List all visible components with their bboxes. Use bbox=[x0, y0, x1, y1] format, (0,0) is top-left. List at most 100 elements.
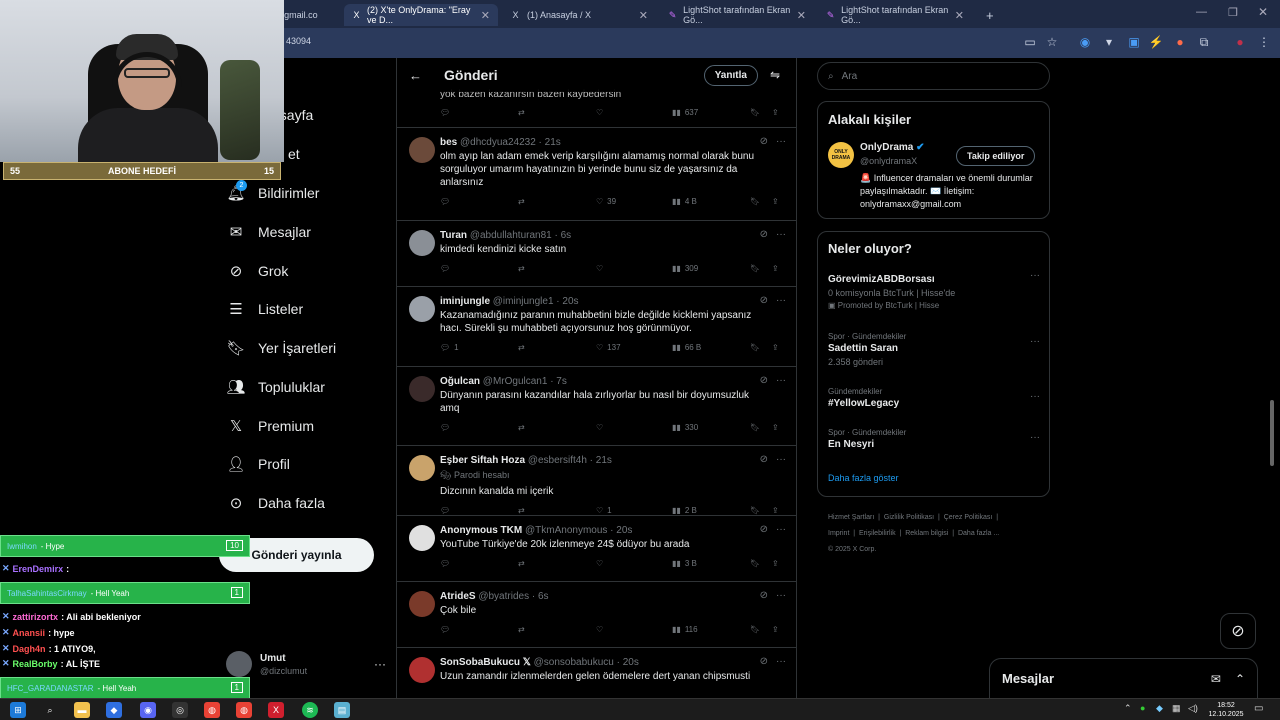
author-name[interactable]: SonSobaBukucu 𝕏 bbox=[440, 657, 531, 668]
bookmark-icon[interactable]: 🔖︎ bbox=[750, 264, 760, 273]
grok-icon[interactable]: ⊘ bbox=[760, 229, 768, 240]
like-icon[interactable]: ♡ 39 bbox=[596, 197, 616, 206]
more-dots-icon[interactable]: ··· bbox=[374, 657, 386, 671]
notepad-icon[interactable]: ▤ bbox=[334, 702, 350, 718]
like-icon[interactable]: ♡ bbox=[596, 423, 607, 432]
author-handle[interactable]: @sonsobabukucu · 20s bbox=[534, 657, 639, 668]
more-dots-icon[interactable]: ··· bbox=[776, 656, 786, 667]
maximize-icon[interactable]: ❐ bbox=[1228, 6, 1238, 19]
show-more-link[interactable]: Daha fazla göster bbox=[828, 473, 899, 483]
share-icon[interactable]: ⇪ bbox=[772, 108, 779, 117]
new-tab-button[interactable]: + bbox=[978, 4, 998, 26]
chrome-icon[interactable]: ◍ bbox=[236, 702, 252, 718]
discord-icon[interactable]: ◉ bbox=[140, 702, 156, 718]
footer-link[interactable]: Daha fazla ... bbox=[958, 530, 999, 537]
nav-bookmarks[interactable]: 🔖︎ Yer İşaretleri bbox=[226, 340, 336, 357]
extension-icon[interactable]: ⚡ bbox=[1148, 34, 1164, 50]
repost-icon[interactable]: ⇄ bbox=[518, 197, 525, 206]
tweet[interactable]: Eşber Siftah Hoza @esbersift4h · 21s ⊘ ··… bbox=[397, 446, 796, 516]
nav-premium[interactable]: 𝕏 Premium bbox=[228, 418, 314, 435]
like-icon[interactable]: ♡ bbox=[596, 559, 607, 568]
expand-icon[interactable]: ⌃ bbox=[1235, 672, 1245, 686]
close-window-icon[interactable]: ✕ bbox=[1258, 5, 1268, 19]
extension-icon[interactable]: ▾ bbox=[1101, 34, 1117, 50]
views-icon[interactable]: ▮▮ 3 B bbox=[672, 559, 697, 568]
views-icon[interactable]: ▮▮ 330 bbox=[672, 423, 698, 432]
tab-lightshot-1[interactable]: ✎ LightShot tarafından Ekran Gö... ✕ bbox=[660, 4, 814, 26]
avatar[interactable] bbox=[409, 296, 435, 322]
bookmark-icon[interactable]: 🔖︎ bbox=[750, 625, 760, 634]
tweet[interactable]: Turan @abdullahturan81 · 6s ⊘ ··· kimdedi… bbox=[397, 221, 796, 287]
reply-button[interactable]: Yanıtla bbox=[703, 64, 758, 86]
like-icon[interactable]: ♡ bbox=[596, 264, 607, 273]
share-icon[interactable]: ⇪ bbox=[772, 197, 779, 206]
tab-home[interactable]: X (1) Anasayfa / X ✕ bbox=[502, 4, 656, 26]
nav-lists[interactable]: ☰ Listeler bbox=[228, 301, 303, 318]
nav-grok[interactable]: ⊘ Grok bbox=[228, 263, 289, 280]
footer-link[interactable]: Gizlilik Politikası bbox=[884, 514, 934, 521]
views-icon[interactable]: ▮▮ 66 B bbox=[672, 343, 701, 352]
footer-link[interactable]: Imprint bbox=[828, 530, 849, 537]
tweet[interactable]: Anonymous TKM @TkmAnonymous · 20s ⊘ ··· Y… bbox=[397, 516, 796, 582]
x-app-icon[interactable]: X bbox=[268, 702, 284, 718]
more-dots-icon[interactable]: ··· bbox=[776, 375, 786, 386]
nav-more[interactable]: ⊙ Daha fazla bbox=[228, 495, 325, 512]
avatar[interactable] bbox=[409, 455, 435, 481]
grok-icon[interactable]: ⊘ bbox=[760, 375, 768, 386]
cast-icon[interactable]: ▭ bbox=[1022, 34, 1038, 50]
more-dots-icon[interactable]: ··· bbox=[1030, 432, 1040, 443]
windows-start-icon[interactable]: ⊞ bbox=[10, 702, 26, 718]
trend-item[interactable]: GörevimizABDBorsası 0 komisyonla BtcTurk … bbox=[828, 270, 1040, 310]
chat-username[interactable]: ErenDemirx bbox=[13, 564, 64, 574]
grok-icon[interactable]: ⊘ bbox=[760, 136, 768, 147]
more-dots-icon[interactable]: ··· bbox=[1030, 391, 1040, 402]
tweet[interactable]: bes @dhcdyua24232 · 21s ⊘ ··· olm ayıp la… bbox=[397, 128, 796, 221]
nav-messages[interactable]: ✉ Mesajlar bbox=[228, 224, 311, 241]
following-button[interactable]: Takip ediliyor bbox=[956, 146, 1036, 166]
repost-icon[interactable]: ⇄ bbox=[518, 625, 525, 634]
tab-lightshot-2[interactable]: ✎ LightShot tarafından Ekran Gö... ✕ bbox=[818, 4, 972, 26]
reply-icon[interactable]: 💬︎ bbox=[440, 559, 454, 568]
app-icon[interactable]: ◆ bbox=[106, 702, 122, 718]
reply-icon[interactable]: 💬︎ bbox=[440, 264, 454, 273]
share-icon[interactable]: ⇪ bbox=[772, 559, 779, 568]
bookmark-star-icon[interactable]: ☆ bbox=[1044, 34, 1060, 50]
repost-icon[interactable]: ⇄ bbox=[518, 264, 525, 273]
chat-username[interactable]: Iwmihon bbox=[7, 542, 37, 551]
author-handle[interactable]: @iminjungle1 · 20s bbox=[493, 296, 579, 307]
author-name[interactable]: AtrideS bbox=[440, 591, 476, 602]
chat-username[interactable]: RealBorby bbox=[13, 659, 58, 669]
avatar[interactable] bbox=[409, 591, 435, 617]
extension-icon[interactable]: ◉ bbox=[1077, 34, 1093, 50]
tweet[interactable]: AtrideS @byatrides · 6s ⊘ ··· Çok bile 💬︎… bbox=[397, 582, 796, 648]
reply-icon[interactable]: 💬︎ bbox=[440, 625, 454, 634]
spotify-icon[interactable]: ≋ bbox=[302, 702, 318, 718]
reply-icon[interactable]: 💬︎ bbox=[440, 108, 450, 117]
more-dots-icon[interactable]: ··· bbox=[1030, 336, 1040, 347]
share-icon[interactable]: ⇪ bbox=[772, 343, 779, 352]
reply-icon[interactable]: 💬︎ 1 bbox=[440, 343, 459, 352]
author-name[interactable]: iminjungle bbox=[440, 296, 490, 307]
tweet[interactable]: Oğulcan @MrOgulcan1 · 7s ⊘ ··· Dünyanın p… bbox=[397, 367, 796, 446]
views-icon[interactable]: ▮▮ 116 bbox=[672, 625, 698, 634]
volume-icon[interactable]: ◁) bbox=[1188, 703, 1198, 714]
grok-icon[interactable]: ⊘ bbox=[760, 295, 768, 306]
trend-item[interactable]: Gündemdekiler #YellowLegacy ··· bbox=[828, 387, 1040, 409]
views-icon[interactable]: ▮▮ 309 bbox=[672, 264, 698, 273]
reply-icon[interactable]: 💬︎ bbox=[440, 197, 454, 206]
repost-icon[interactable]: ⇄ bbox=[518, 108, 525, 117]
tray-chevron-icon[interactable]: ⌃ bbox=[1124, 703, 1132, 714]
author-name[interactable]: Anonymous TKM bbox=[440, 525, 522, 536]
more-dots-icon[interactable]: ··· bbox=[776, 524, 786, 535]
author-name[interactable]: Oğulcan bbox=[440, 376, 480, 387]
extension-icon[interactable]: ● bbox=[1172, 34, 1188, 50]
like-icon[interactable]: ♡ 137 bbox=[596, 343, 621, 352]
author-name[interactable]: Turan bbox=[440, 230, 467, 241]
views-icon[interactable]: ▮▮ 637 bbox=[672, 108, 698, 117]
author-handle[interactable]: @TkmAnonymous · 20s bbox=[525, 525, 632, 536]
bookmark-icon[interactable]: 🔖︎ bbox=[750, 423, 760, 432]
reply-icon[interactable]: 💬︎ bbox=[440, 423, 454, 432]
views-icon[interactable]: ▮▮ 2 B bbox=[672, 506, 697, 515]
like-icon[interactable]: ♡ bbox=[596, 625, 607, 634]
chat-username[interactable]: Dagh4n bbox=[13, 644, 46, 654]
